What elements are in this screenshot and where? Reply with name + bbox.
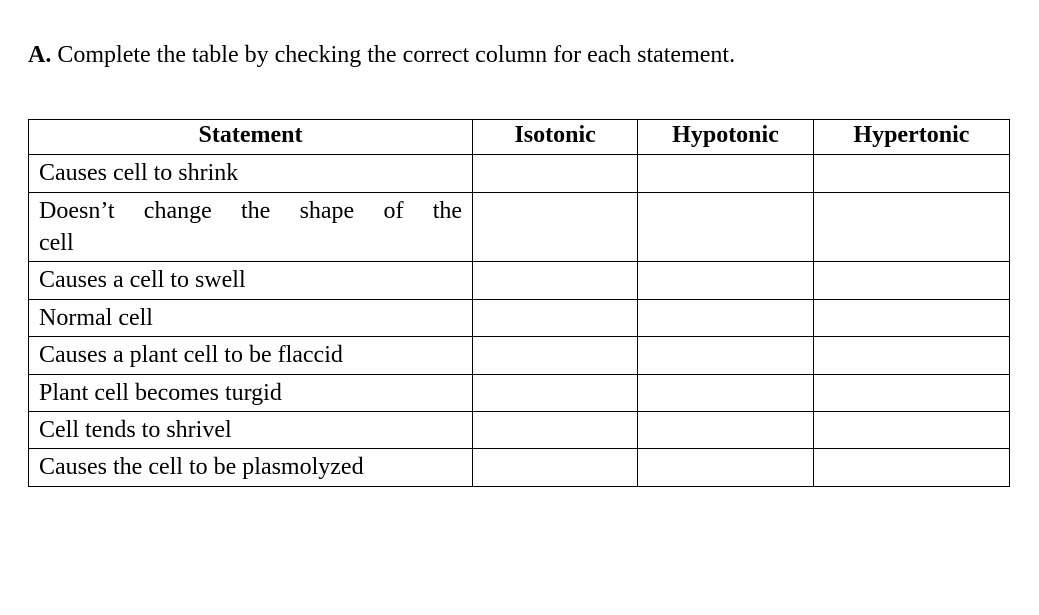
hypotonic-cell[interactable] [638,299,814,336]
table-row: Doesn’t change the shape of the cell [29,192,1010,262]
instruction-text: Complete the table by checking the corre… [57,42,735,68]
col-header-hypotonic: Hypotonic [638,120,814,155]
worksheet-table: Statement Isotonic Hypotonic Hypertonic … [28,119,1010,487]
hypotonic-cell[interactable] [638,262,814,299]
col-header-statement: Statement [29,120,473,155]
hypertonic-cell[interactable] [813,337,1009,374]
table-header-row: Statement Isotonic Hypotonic Hypertonic [29,120,1010,155]
statement-cell: Cell tends to shrivel [29,411,473,448]
isotonic-cell[interactable] [473,411,638,448]
table-row: Causes cell to shrink [29,155,1010,192]
isotonic-cell[interactable] [473,449,638,486]
hypertonic-cell[interactable] [813,411,1009,448]
hypotonic-cell[interactable] [638,374,814,411]
table-row: Plant cell becomes turgid [29,374,1010,411]
statement-line2: cell [39,230,74,256]
statement-cell: Causes the cell to be plasmolyzed [29,449,473,486]
table-row: Cell tends to shrivel [29,411,1010,448]
statement-cell: Causes a cell to swell [29,262,473,299]
statement-cell: Plant cell becomes turgid [29,374,473,411]
isotonic-cell[interactable] [473,337,638,374]
hypotonic-cell[interactable] [638,411,814,448]
table-row: Causes a plant cell to be flaccid [29,337,1010,374]
isotonic-cell[interactable] [473,155,638,192]
hypertonic-cell[interactable] [813,449,1009,486]
isotonic-cell[interactable] [473,299,638,336]
table-row: Causes the cell to be plasmolyzed [29,449,1010,486]
hypertonic-cell[interactable] [813,262,1009,299]
hypertonic-cell[interactable] [813,299,1009,336]
isotonic-cell[interactable] [473,374,638,411]
table-row: Normal cell [29,299,1010,336]
col-header-isotonic: Isotonic [473,120,638,155]
table-row: Causes a cell to swell [29,262,1010,299]
instruction-line: A. Complete the table by checking the co… [28,40,1011,71]
statement-line1: Doesn’t change the shape of the [39,195,462,227]
statement-cell: Normal cell [29,299,473,336]
hypotonic-cell[interactable] [638,155,814,192]
statement-cell: Causes cell to shrink [29,155,473,192]
isotonic-cell[interactable] [473,262,638,299]
isotonic-cell[interactable] [473,192,638,262]
hypertonic-cell[interactable] [813,192,1009,262]
hypotonic-cell[interactable] [638,337,814,374]
hypertonic-cell[interactable] [813,155,1009,192]
instruction-prefix: A. [28,42,51,68]
hypotonic-cell[interactable] [638,192,814,262]
hypotonic-cell[interactable] [638,449,814,486]
statement-cell: Doesn’t change the shape of the cell [29,192,473,262]
hypertonic-cell[interactable] [813,374,1009,411]
statement-cell: Causes a plant cell to be flaccid [29,337,473,374]
col-header-hypertonic: Hypertonic [813,120,1009,155]
